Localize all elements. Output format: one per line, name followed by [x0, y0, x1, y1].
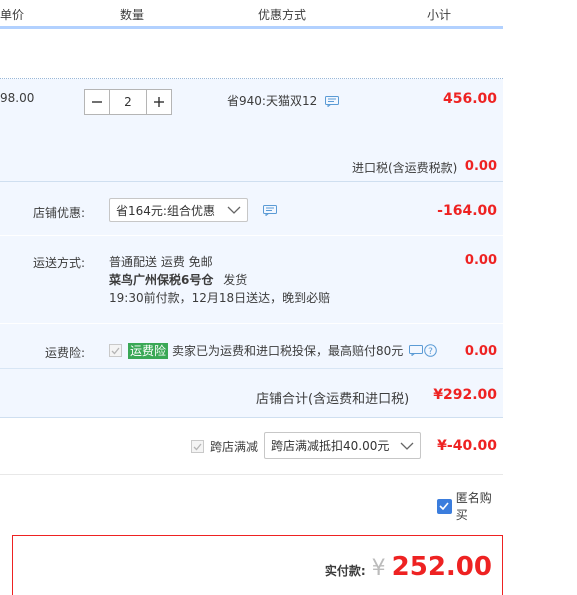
anonymous-row: 匿名购买 [0, 474, 503, 522]
shop-discount-select[interactable]: 省164元:组合优惠 [109, 198, 248, 222]
chevron-down-icon [400, 442, 414, 450]
warehouse-suffix: 发货 [223, 273, 248, 287]
anonymous-label: 匿名购买 [455, 491, 492, 522]
quantity-input[interactable]: 2 [110, 89, 146, 115]
cross-store-option: 跨店满减 [191, 438, 258, 455]
svg-text:?: ? [428, 347, 433, 357]
header-discount: 优惠方式 [258, 8, 307, 22]
shop-discount-selected: 省164元:组合优惠 [116, 203, 215, 218]
insurance-label: 运费险: [45, 346, 86, 360]
insurance-checkbox[interactable] [109, 344, 122, 357]
chevron-down-icon [227, 206, 241, 214]
check-icon [111, 347, 120, 354]
cross-store-checkbox[interactable] [191, 440, 204, 453]
shipping-details: 普通配送 运费 免邮 菜鸟广州保税6号仓 发货 19:30前付款，12月18日送… [109, 253, 330, 307]
message-icon[interactable] [263, 205, 277, 216]
delivery-promise: 19:30前付款，12月18日送达，晚到必赔 [109, 291, 331, 305]
header-price: 单价 [0, 8, 25, 22]
divider [0, 368, 503, 369]
shipping-label: 运送方式: [33, 256, 86, 270]
payment-total: 实付款: ¥ 252.00 [325, 552, 492, 582]
shop-total-value: ¥292.00 [433, 387, 497, 403]
quantity-stepper: 2 [84, 89, 172, 115]
decrease-button[interactable] [84, 89, 110, 115]
insurance-badge: 运费险 [128, 342, 169, 359]
message-icon[interactable] [325, 96, 339, 107]
anonymous-option[interactable]: 匿名购买 [437, 489, 503, 523]
header-quantity: 数量 [120, 8, 145, 22]
message-icon[interactable] [409, 345, 424, 356]
shop-discount-label: 店铺优惠: [33, 206, 86, 220]
payment-amount: 252.00 [391, 552, 492, 582]
check-icon [439, 502, 449, 510]
import-tax-value: 0.00 [464, 159, 497, 174]
shipping-value: 0.00 [464, 253, 497, 268]
cross-store-select[interactable]: 跨店满减抵扣40.00元 [264, 432, 421, 459]
plus-icon [154, 97, 164, 107]
insurance-text: 卖家已为运费和进口税投保，最高赔付80元 [172, 344, 404, 358]
warehouse-name: 菜鸟广州保税6号仓 [109, 273, 214, 287]
shop-total-label: 店铺合计(含运费和进口税) [256, 392, 410, 407]
import-tax-label: 进口税(含运费税款) [352, 161, 458, 175]
item-row: 98.00 2 省940:天猫双12 456.00 进口税(含运费税款) 0.0… [0, 79, 503, 181]
payment-box: 实付款: ¥ 252.00 [12, 535, 503, 595]
shipping-warehouse: 菜鸟广州保税6号仓 发货 [109, 271, 330, 289]
header-subtotal: 小计 [427, 8, 452, 22]
item-discount-text: 省940:天猫双12 [227, 94, 318, 108]
divider [0, 323, 503, 324]
cross-store-selected: 跨店满减抵扣40.00元 [271, 439, 390, 453]
shipping-method: 普通配送 运费 免邮 [109, 255, 213, 269]
help-icon[interactable]: ? [424, 344, 438, 357]
increase-button[interactable] [146, 89, 172, 115]
divider [0, 235, 503, 236]
minus-icon [92, 101, 102, 103]
payment-currency: ¥ [371, 556, 386, 581]
anonymous-checkbox[interactable] [437, 498, 452, 514]
cross-store-row: 跨店满减 跨店满减抵扣40.00元 ¥-40.00 [0, 417, 503, 474]
shop-discount-value: -164.00 [437, 203, 497, 219]
table-header: 单价 数量 优惠方式 小计 [0, 0, 503, 29]
item-subtotal: 456.00 [442, 91, 497, 107]
cross-store-label: 跨店满减 [210, 440, 259, 454]
unit-price: 98.00 [0, 91, 35, 105]
insurance-row: 运费险 卖家已为运费和进口税投保，最高赔付80元 ? [109, 342, 438, 359]
check-icon [193, 443, 202, 450]
payment-label: 实付款: [324, 564, 366, 578]
insurance-value: 0.00 [464, 344, 497, 359]
cross-store-value: ¥-40.00 [437, 438, 497, 454]
shop-section: 店铺优惠: 省164元:组合优惠 -164.00 运送方式: 普通配送 运费 免… [0, 181, 503, 417]
